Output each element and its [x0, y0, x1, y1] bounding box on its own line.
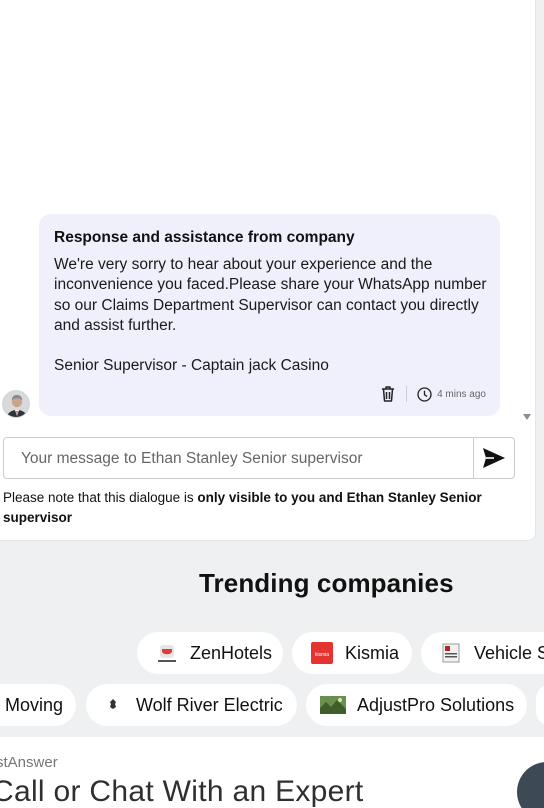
send-icon [483, 448, 505, 468]
privacy-note-text: Please note that this dialogue is [3, 490, 198, 505]
message-timestamp: 4 mins ago [437, 388, 486, 400]
message-input-placeholder: Your message to Ethan Stanley Senior sup… [21, 450, 363, 467]
adjustpro-logo-icon [320, 694, 346, 716]
company-chip-label: Wolf River Electric [136, 694, 283, 715]
company-chip-label: ZenHotels [190, 642, 273, 663]
brand-name: stAnswer [0, 754, 58, 771]
company-chip-partial[interactable] [536, 684, 544, 726]
send-button[interactable] [473, 438, 514, 478]
expert-banner: stAnswer Call or Chat With an Expert [0, 737, 544, 808]
company-chip-zenhotels[interactable]: ZenHotels [137, 632, 283, 674]
zenhotels-logo-icon [156, 642, 178, 664]
vehicle-logo-icon [440, 642, 462, 664]
page: Response and assistance from company We'… [0, 0, 544, 808]
chat-fab-button[interactable] [517, 762, 544, 808]
company-chip-label: Vehicle S [474, 642, 544, 663]
company-chip-adjustpro[interactable]: AdjustPro Solutions [306, 684, 527, 726]
company-response-bubble: Response and assistance from company We'… [39, 214, 500, 416]
message-meta: 4 mins ago [380, 384, 486, 404]
company-chip-wolf-river-electric[interactable]: Wolf River Electric [86, 684, 297, 726]
expert-cta[interactable]: Call or Chat With an Expert [0, 775, 364, 808]
trash-icon[interactable] [380, 385, 396, 403]
avatar [2, 390, 30, 418]
svg-text:kismia: kismia [315, 652, 329, 658]
scroll-down-icon[interactable] [523, 414, 531, 420]
message-input[interactable]: Your message to Ethan Stanley Senior sup… [3, 437, 515, 479]
company-chip-moving[interactable]: Moving [0, 684, 76, 726]
trending-title: Trending companies [199, 568, 454, 598]
kismia-logo-icon: kismia [311, 642, 333, 664]
company-chip-vehicle[interactable]: Vehicle S [421, 632, 544, 674]
clock-icon [417, 386, 432, 402]
wolf-river-logo-icon [106, 694, 120, 716]
company-chip-label: Moving [5, 694, 64, 715]
company-chip-kismia[interactable]: kismia Kismia [292, 632, 412, 674]
company-chip-label: Kismia [345, 642, 400, 663]
company-chip-label: AdjustPro Solutions [357, 694, 515, 715]
privacy-note: Please note that this dialogue is only v… [3, 488, 528, 528]
response-title: Response and assistance from company [54, 229, 355, 246]
response-body: We're very sorry to hear about your expe… [54, 256, 487, 375]
meta-divider [406, 386, 408, 402]
